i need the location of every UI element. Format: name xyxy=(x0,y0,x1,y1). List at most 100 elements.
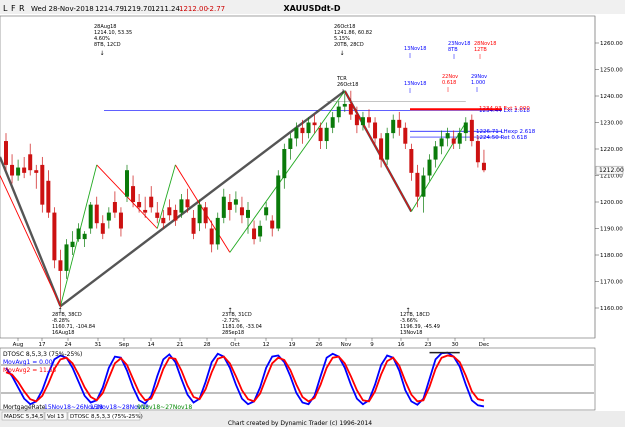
candle-body xyxy=(348,103,353,115)
candle-body xyxy=(10,164,15,176)
candle-body xyxy=(112,202,117,213)
candle-body xyxy=(391,119,396,134)
candle-body xyxy=(427,159,432,176)
candle-body xyxy=(324,127,329,142)
candle-body xyxy=(463,122,468,134)
candle-body xyxy=(179,199,184,213)
chart-title: XAUUSDdt-D xyxy=(283,4,340,13)
candle-body xyxy=(246,209,250,218)
candle-body xyxy=(82,233,87,240)
candle-body xyxy=(258,225,263,237)
candle-body xyxy=(118,212,123,229)
date-tick-label: Dec xyxy=(479,342,490,348)
price-tick-label: 1260.00 xyxy=(600,41,623,47)
date-tick-label: Aug xyxy=(13,342,24,348)
candle-body xyxy=(76,228,81,240)
candle-body xyxy=(421,175,426,197)
date-tick-label: 23 xyxy=(425,342,432,348)
candle-body xyxy=(475,141,480,163)
candle-body xyxy=(197,204,202,224)
candle-body xyxy=(252,228,257,240)
last-price-marker: 1212.00 xyxy=(595,165,624,175)
price-tick-label: 1250.00 xyxy=(600,68,623,74)
candle-body xyxy=(300,127,305,134)
toolbar-letter-r[interactable]: R xyxy=(19,4,25,13)
candle-body xyxy=(227,202,232,210)
osc-legend-slow: MovAvg2 = 11.55 xyxy=(3,367,57,374)
toolbar-date: Wed 28-Nov-2018 xyxy=(31,5,94,13)
candle-body xyxy=(385,133,390,160)
date-tick-label: 16 xyxy=(398,342,405,348)
date-tick-label: 19 xyxy=(289,342,296,348)
candle-body xyxy=(439,138,444,147)
date-tick-label: 21 xyxy=(177,342,184,348)
toolbar-close: 1212.00 xyxy=(179,5,208,13)
swing-arrow: ↓ xyxy=(339,50,344,57)
candle-body xyxy=(16,167,21,176)
candle-body xyxy=(40,164,45,205)
candle-body xyxy=(330,117,335,128)
toolbar-letter-f[interactable]: F xyxy=(11,4,16,13)
candle-body xyxy=(70,241,75,248)
candle-body xyxy=(46,180,51,213)
swing-arrow: ↓ xyxy=(99,50,104,57)
candle-body xyxy=(64,244,69,271)
candle-body xyxy=(360,117,365,126)
candle-body xyxy=(457,133,462,144)
toolbar-letter-l[interactable]: L xyxy=(3,4,8,13)
candle-body xyxy=(185,199,190,208)
tab-vol-label: Vol 13 xyxy=(47,414,64,420)
candle-body xyxy=(397,119,402,128)
candle-body xyxy=(155,212,160,218)
candle-body xyxy=(100,223,105,234)
time-label: 0.618 xyxy=(442,80,456,86)
candle-body xyxy=(28,154,33,171)
date-tick-label: 24 xyxy=(65,342,72,348)
candle-body xyxy=(403,127,408,144)
candle-body xyxy=(409,149,414,173)
candle-body xyxy=(34,170,39,173)
candle-body xyxy=(336,106,341,118)
candle-body xyxy=(106,212,111,221)
candle-body xyxy=(209,228,214,245)
candle-body xyxy=(58,260,63,271)
price-tick-label: 1160.00 xyxy=(600,306,623,312)
chart-canvas: L F R Wed 28-Nov-2018 1214.79 1219.70 12… xyxy=(0,0,625,427)
date-tick-label: Oct xyxy=(230,342,240,348)
candle-body xyxy=(306,122,311,134)
price-tick-label: 1170.00 xyxy=(600,280,623,286)
candle-body xyxy=(94,204,99,224)
date-tick-label: 12 xyxy=(263,342,270,348)
candle-body xyxy=(312,122,317,126)
osc-legend-title: DTOSC 8,5,3,3 (75%-25%) xyxy=(3,351,82,358)
candle-body xyxy=(445,133,450,139)
candle-body xyxy=(88,204,93,229)
time-label: 1.000 xyxy=(471,80,485,86)
date-axis: Aug 17 24 31 Sep 14 21 28 Oct 12 19 26 Nov 9 16 23 30 Dec xyxy=(13,338,490,348)
toolbar-low: 1211.24 xyxy=(151,5,180,13)
time-label: 13Nov18 xyxy=(404,46,426,52)
candle-body xyxy=(149,196,154,208)
candle-body xyxy=(469,119,474,142)
footer-credit: Chart created by Dynamic Trader (c) 1996… xyxy=(228,420,372,427)
candle-body xyxy=(373,122,378,139)
price-tick-label: 1240.00 xyxy=(600,94,623,100)
candle-body xyxy=(481,162,486,171)
toolbar-change: -2.77 xyxy=(207,5,225,13)
date-tick-label: 30 xyxy=(452,342,459,348)
chart-window: L F R Wed 28-Nov-2018 1214.79 1219.70 12… xyxy=(0,0,625,427)
time-label: 13Nov18 xyxy=(404,81,426,87)
candle-body xyxy=(173,209,178,221)
tab-madsc-label: MADSC 5,34,5 xyxy=(4,414,44,420)
candle-body xyxy=(270,220,275,229)
toolbar-high: 1219.70 xyxy=(123,5,152,13)
osc-legend-fast: MovAvg1 = 0.00 xyxy=(3,359,53,366)
candle-body xyxy=(451,138,456,144)
candle-body xyxy=(125,170,129,197)
swing-point-label: 28Sep18 xyxy=(222,330,244,336)
candle-body xyxy=(342,103,347,107)
date-tick-label: Sep xyxy=(119,342,130,348)
candle-body xyxy=(4,141,8,165)
date-tick-label: Nov xyxy=(341,342,352,348)
price-tick-label: 1220.00 xyxy=(600,147,623,153)
